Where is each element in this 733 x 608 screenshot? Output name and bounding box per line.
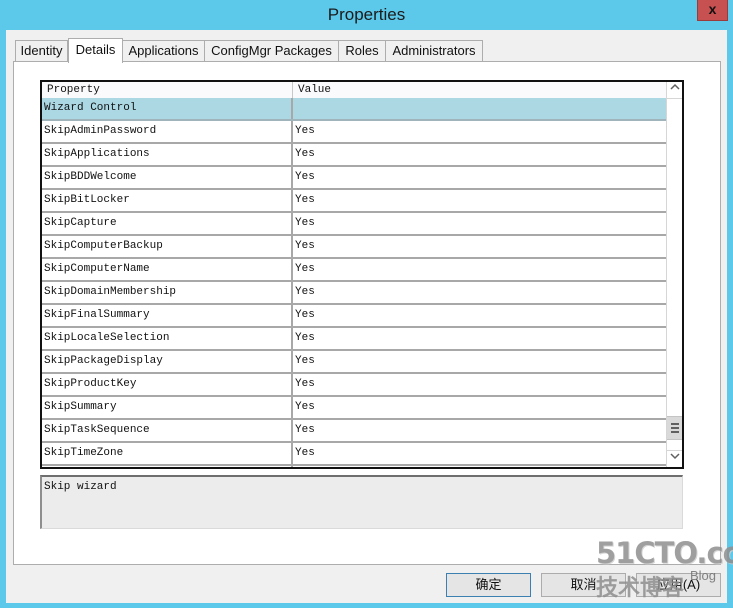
- property-value-cell[interactable]: Yes: [293, 144, 666, 165]
- property-name-cell[interactable]: SkipSummary: [42, 397, 293, 418]
- category-row[interactable]: Wizard Control: [42, 98, 666, 121]
- tab-applications[interactable]: Applications: [122, 40, 205, 61]
- ok-button[interactable]: 确定: [446, 573, 531, 597]
- property-name-cell[interactable]: SkipLocaleSelection: [42, 328, 293, 349]
- scrollbar-track[interactable]: [667, 99, 682, 450]
- property-name-cell[interactable]: SkipBitLocker: [42, 190, 293, 211]
- column-header-property[interactable]: Property: [42, 82, 293, 98]
- property-description-text: Skip wizard: [44, 481, 117, 493]
- scroll-down-button[interactable]: [667, 450, 682, 467]
- title-bar[interactable]: Properties x: [0, 0, 733, 30]
- property-value-cell[interactable]: Yes: [293, 259, 666, 280]
- property-value-cell[interactable]: Yes: [293, 397, 666, 418]
- chevron-up-icon: [670, 83, 680, 90]
- scroll-up-button[interactable]: [667, 82, 682, 99]
- property-value-cell[interactable]: Yes: [293, 420, 666, 441]
- vertical-scrollbar[interactable]: [666, 82, 682, 467]
- property-name-cell[interactable]: SkipCapture: [42, 213, 293, 234]
- property-name-cell[interactable]: SkipAdminPassword: [42, 121, 293, 142]
- property-row[interactable]: SkipApplications Yes: [42, 144, 666, 167]
- property-value-cell[interactable]: [293, 98, 666, 119]
- property-name-cell[interactable]: SkipApplications: [42, 144, 293, 165]
- property-row[interactable]: SkipPackageDisplay Yes: [42, 351, 666, 374]
- grid-header: Property Value: [42, 82, 666, 99]
- property-value-cell[interactable]: Yes: [293, 305, 666, 326]
- grip-icon: [671, 423, 679, 425]
- tab-administrators[interactable]: Administrators: [385, 40, 483, 61]
- property-name-cell[interactable]: SkipProductKey: [42, 374, 293, 395]
- property-name-cell[interactable]: SkipComputerName: [42, 259, 293, 280]
- grip-icon: [671, 431, 679, 433]
- property-row[interactable]: SkipLocaleSelection Yes: [42, 328, 666, 351]
- property-name-cell[interactable]: SkipDomainMembership: [42, 282, 293, 303]
- property-row[interactable]: SkipBDDWelcome Yes: [42, 167, 666, 190]
- property-value-cell[interactable]: Yes: [293, 236, 666, 257]
- property-row[interactable]: SkipComputerBackup Yes: [42, 236, 666, 259]
- apply-button[interactable]: 应用(A): [636, 573, 721, 597]
- property-row[interactable]: SkipBitLocker Yes: [42, 190, 666, 213]
- property-name-cell[interactable]: SkipComputerBackup: [42, 236, 293, 257]
- property-row[interactable]: SkipTaskSequence Yes: [42, 420, 666, 443]
- property-value-cell[interactable]: Yes: [293, 328, 666, 349]
- property-value-cell[interactable]: Yes: [293, 351, 666, 372]
- chevron-down-icon: [670, 453, 680, 460]
- property-value-cell[interactable]: [293, 466, 666, 467]
- property-row[interactable]: SkipSummary Yes: [42, 397, 666, 420]
- property-row[interactable]: SkipProductKey Yes: [42, 374, 666, 397]
- property-value-cell[interactable]: Yes: [293, 167, 666, 188]
- property-value-cell[interactable]: Yes: [293, 443, 666, 464]
- property-row[interactable]: SkipAdminPassword Yes: [42, 121, 666, 144]
- property-row[interactable]: SkipCapture Yes: [42, 213, 666, 236]
- tab-roles[interactable]: Roles: [338, 40, 386, 61]
- property-name-cell[interactable]: SkipTaskSequence: [42, 420, 293, 441]
- close-icon: x: [708, 1, 717, 17]
- property-name-cell[interactable]: Wizard Control: [42, 98, 293, 119]
- property-row[interactable]: [42, 466, 666, 467]
- property-row[interactable]: SkipFinalSummary Yes: [42, 305, 666, 328]
- property-grid: Property Value Wizard Control SkipAdminPa…: [40, 80, 684, 469]
- column-header-value[interactable]: Value: [293, 82, 666, 98]
- grid-rows: Wizard Control SkipAdminPassword Yes SkipAp…: [42, 98, 666, 467]
- property-value-cell[interactable]: Yes: [293, 121, 666, 142]
- tab-identity[interactable]: Identity: [15, 40, 68, 61]
- property-name-cell[interactable]: [42, 466, 293, 467]
- property-name-cell[interactable]: SkipBDDWelcome: [42, 167, 293, 188]
- property-name-cell[interactable]: SkipPackageDisplay: [42, 351, 293, 372]
- property-value-cell[interactable]: Yes: [293, 213, 666, 234]
- window-title: Properties: [327, 5, 406, 24]
- property-row[interactable]: SkipComputerName Yes: [42, 259, 666, 282]
- close-button[interactable]: x: [697, 0, 728, 21]
- cancel-button[interactable]: 取消: [541, 573, 626, 597]
- tab-details[interactable]: Details: [68, 38, 123, 63]
- property-value-cell[interactable]: Yes: [293, 282, 666, 303]
- property-value-cell[interactable]: Yes: [293, 374, 666, 395]
- grip-icon: [671, 427, 679, 429]
- property-value-cell[interactable]: Yes: [293, 190, 666, 211]
- property-name-cell[interactable]: SkipTimeZone: [42, 443, 293, 464]
- tab-configmgr-packages[interactable]: ConfigMgr Packages: [204, 40, 339, 61]
- scrollbar-thumb[interactable]: [667, 416, 682, 440]
- property-row[interactable]: SkipDomainMembership Yes: [42, 282, 666, 305]
- property-row[interactable]: SkipTimeZone Yes: [42, 443, 666, 466]
- property-description-box: Skip wizard: [40, 475, 683, 529]
- property-name-cell[interactable]: SkipFinalSummary: [42, 305, 293, 326]
